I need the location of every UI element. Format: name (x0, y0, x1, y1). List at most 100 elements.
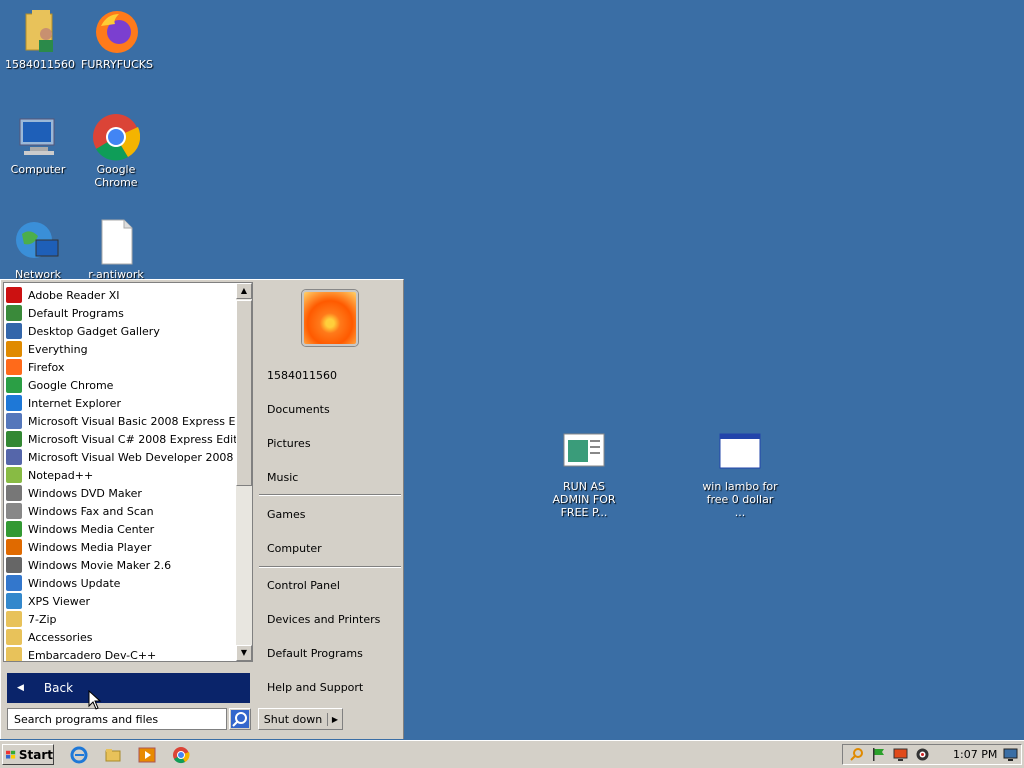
pictures-link[interactable]: Pictures (267, 437, 311, 450)
music-link[interactable]: Music (267, 471, 298, 484)
program-icon (6, 287, 22, 303)
program-label: Default Programs (28, 306, 124, 320)
program-label: Windows Media Center (28, 522, 155, 536)
program-list-item[interactable]: Windows Fax and Scan (6, 502, 241, 520)
program-list-item[interactable]: Accessories (6, 628, 241, 646)
program-icon (6, 467, 22, 483)
desktop-icon-run-as-admin[interactable]: RUN AS ADMIN FOR FREE P... (544, 430, 624, 519)
user-avatar[interactable] (302, 290, 358, 346)
program-label: Microsoft Visual Web Developer 2008 Expr… (28, 450, 241, 464)
program-list-item[interactable]: Adobe Reader XI (6, 286, 241, 304)
start-button[interactable]: Start (2, 744, 54, 765)
program-icon (6, 521, 22, 537)
scroll-up-button[interactable]: ▲ (236, 283, 252, 299)
separator (259, 566, 401, 568)
program-list-item[interactable]: XPS Viewer (6, 592, 241, 610)
program-list-item[interactable]: Embarcadero Dev-C++ (6, 646, 241, 662)
search-icon (231, 710, 249, 728)
program-icon (6, 395, 22, 411)
program-label: Windows DVD Maker (28, 486, 142, 500)
desktop-icon-firefox[interactable]: FURRYFUCKS (77, 8, 157, 71)
system-tray: 1:07 PM (842, 744, 1022, 765)
program-list-item[interactable]: Windows Media Player (6, 538, 241, 556)
computer-link[interactable]: Computer (267, 542, 322, 555)
games-link[interactable]: Games (267, 508, 305, 521)
program-list-item[interactable]: 7-Zip (6, 610, 241, 628)
volume-icon[interactable] (915, 747, 930, 762)
default-programs-link[interactable]: Default Programs (267, 647, 363, 660)
internet-explorer-icon[interactable] (70, 746, 88, 764)
program-list-item[interactable]: Microsoft Visual Basic 2008 Express Edit… (6, 412, 241, 430)
program-list-item[interactable]: Google Chrome (6, 376, 241, 394)
program-label: Embarcadero Dev-C++ (28, 648, 157, 662)
scrollbar[interactable]: ▲ ▼ (236, 283, 252, 661)
program-icon (6, 341, 22, 357)
network-icon (14, 218, 62, 266)
scroll-down-button[interactable]: ▼ (236, 645, 252, 661)
program-icon (6, 431, 22, 447)
program-list-item[interactable]: Desktop Gadget Gallery (6, 322, 241, 340)
program-label: Internet Explorer (28, 396, 121, 410)
program-icon (6, 305, 22, 321)
back-arrow-icon: ◀ (17, 683, 24, 693)
file-explorer-icon[interactable] (104, 746, 122, 764)
desktop-icon-win-lambo[interactable]: win lambo for free 0 dollar ... (700, 430, 780, 519)
program-label: Google Chrome (28, 378, 114, 392)
program-label: 7-Zip (28, 612, 57, 626)
window-icon (716, 430, 764, 478)
shutdown-options-arrow-icon[interactable]: ▶ (328, 715, 342, 724)
user-folder-link[interactable]: 1584011560 (267, 369, 337, 382)
program-list-item[interactable]: Default Programs (6, 304, 241, 322)
program-label: Firefox (28, 360, 65, 374)
clock[interactable]: 1:07 PM (953, 748, 997, 761)
start-menu-right-pane: 1584011560 Documents Pictures Music Game… (255, 282, 401, 738)
blank-file-icon (92, 218, 140, 266)
back-button[interactable]: ◀ Back (7, 673, 250, 703)
program-list-item[interactable]: Notepad++ (6, 466, 241, 484)
program-list-item[interactable]: Everything (6, 340, 241, 358)
program-icon (6, 539, 22, 555)
everything-search-icon[interactable] (849, 747, 864, 762)
program-list-item[interactable]: Windows Movie Maker 2.6 (6, 556, 241, 574)
program-label: Windows Media Player (28, 540, 152, 554)
devices-and-printers-link[interactable]: Devices and Printers (267, 613, 380, 626)
desktop-icon-computer[interactable]: Computer (0, 113, 78, 176)
display-icon[interactable] (893, 747, 908, 762)
program-label: Notepad++ (28, 468, 94, 482)
program-list-item[interactable]: Microsoft Visual Web Developer 2008 Expr… (6, 448, 241, 466)
program-list-item[interactable]: Internet Explorer (6, 394, 241, 412)
desktop-icon-google-chrome[interactable]: Google Chrome (76, 113, 156, 189)
program-icon (6, 503, 22, 519)
action-center-flag-icon[interactable] (871, 747, 886, 762)
computer-icon (14, 113, 62, 161)
help-and-support-link[interactable]: Help and Support (267, 681, 363, 694)
windows-logo-icon (6, 750, 16, 759)
documents-link[interactable]: Documents (267, 403, 330, 416)
taskbar: Start 1:07 PM (0, 740, 1024, 768)
scroll-thumb[interactable] (236, 300, 252, 486)
program-list-item[interactable]: Windows Update (6, 574, 241, 592)
network-status-icon[interactable] (1003, 747, 1018, 762)
program-list-item[interactable]: Microsoft Visual C# 2008 Express Edition (6, 430, 241, 448)
chrome-icon (92, 113, 141, 161)
program-label: Microsoft Visual Basic 2008 Express Edit… (28, 414, 241, 428)
desktop-icon-network[interactable]: Network (0, 218, 78, 281)
program-list-item[interactable]: Windows DVD Maker (6, 484, 241, 502)
media-player-icon[interactable] (138, 746, 156, 764)
shutdown-button[interactable]: Shut down ▶ (258, 708, 343, 730)
program-icon (6, 413, 22, 429)
control-panel-link[interactable]: Control Panel (267, 579, 340, 592)
program-label: Windows Update (28, 576, 121, 590)
search-button[interactable] (229, 708, 251, 730)
program-list-item[interactable]: Windows Media Center (6, 520, 241, 538)
program-icon (6, 377, 22, 393)
chrome-taskbar-icon[interactable] (172, 746, 190, 764)
program-icon (6, 629, 22, 645)
desktop-icon-user-folder[interactable]: 1584011560 (0, 8, 80, 71)
program-list-item[interactable]: Firefox (6, 358, 241, 376)
program-icon (6, 575, 22, 591)
program-label: Windows Fax and Scan (28, 504, 154, 518)
program-label: XPS Viewer (28, 594, 91, 608)
search-input[interactable]: Search programs and files (7, 708, 227, 730)
desktop-icon-text-file[interactable]: r-antiwork (76, 218, 156, 281)
